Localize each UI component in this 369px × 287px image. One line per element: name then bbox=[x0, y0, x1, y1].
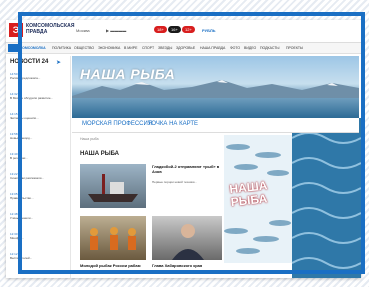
logo-text[interactable]: КОМСОМОЛЬСКАЯ ПРАВДА bbox=[26, 23, 75, 35]
ship-icon bbox=[88, 174, 138, 202]
sea-background bbox=[292, 118, 361, 278]
top-bar: Э КОМСОМОЛЬСКАЯ ПРАВДА Москва ▶ ▬▬▬▬ 18+… bbox=[6, 20, 361, 43]
news-item[interactable]: 13:05 Правительство... bbox=[10, 192, 66, 200]
nav-item-1[interactable]: ПОЛИТИКА bbox=[52, 46, 71, 50]
news-text: В регионах... bbox=[10, 156, 28, 160]
news-text: Вести с полей... bbox=[10, 256, 33, 260]
ad-banner[interactable]: НАША РЫБА bbox=[224, 135, 292, 263]
subnav-morskaya-professiya[interactable]: МОРСКАЯ ПРОФЕССИЯ bbox=[82, 121, 152, 127]
tv-link[interactable]: ▶ ▬▬▬▬ bbox=[106, 28, 126, 33]
news-heading: НОВОСТИ 24 bbox=[10, 59, 49, 65]
nav-item-10[interactable]: ВИДЕО bbox=[244, 46, 256, 50]
main-nav: КОМСОМОЛКА ПОЛИТИКА ОБЩЕСТВО ЭКОНОМИКА В… bbox=[6, 43, 361, 54]
news-item[interactable]: 13:58 Новый рекорд... bbox=[10, 132, 66, 140]
article-text: Региональные власти... bbox=[152, 269, 185, 273]
article-title[interactable]: Глава Хабаровского края bbox=[152, 263, 222, 268]
news-text: Синоптики рассказали... bbox=[10, 176, 44, 180]
region-selector[interactable]: Москва bbox=[76, 28, 90, 33]
subnav-tochka-na-karte[interactable]: ТОЧКА НА КАРТЕ bbox=[148, 121, 198, 127]
logo-mark[interactable]: Э bbox=[9, 23, 23, 37]
article-title[interactable]: Гладкобой-2 отправляют «рыб» в Азов bbox=[152, 164, 222, 174]
news-text: Правительство... bbox=[10, 196, 34, 200]
news-feed: НОВОСТИ 24 ➤ 14:50 Россия предложила... … bbox=[6, 56, 71, 278]
breadcrumb[interactable]: Наша рыба bbox=[80, 137, 99, 141]
person-icon bbox=[172, 224, 204, 260]
nav-item-2[interactable]: ОБЩЕСТВО bbox=[74, 46, 94, 50]
telegram-icon[interactable]: ➤ bbox=[56, 59, 63, 66]
news-text: Новый рекорд... bbox=[10, 136, 33, 140]
age-badge-3: 12+ bbox=[182, 26, 195, 33]
nav-item-12[interactable]: ПРОЕКТЫ bbox=[286, 46, 303, 50]
nav-item-8[interactable]: НАША ПРАВДА bbox=[200, 46, 225, 50]
news-item[interactable]: 12:30 Минфин... bbox=[10, 232, 66, 240]
waves-graphic bbox=[292, 132, 361, 269]
article-image-ship[interactable] bbox=[80, 164, 146, 208]
nav-item-4[interactable]: В МИРЕ bbox=[124, 46, 137, 50]
age-badge-1: 18+ bbox=[154, 26, 167, 33]
news-text: Эксперты оценили... bbox=[10, 116, 39, 120]
article-text: Первые порции новой техники... bbox=[152, 180, 197, 184]
hero-banner: НАША РЫБА bbox=[72, 56, 359, 118]
nav-item-11[interactable]: ПОДКАСТЫ bbox=[260, 46, 279, 50]
news-item[interactable]: 14:50 Россия предложила... bbox=[10, 72, 66, 80]
news-item[interactable]: 12:48 Учёные нашли... bbox=[10, 212, 66, 220]
section-heading: НАША РЫБА bbox=[80, 151, 119, 157]
nav-item-9[interactable]: ФОТО bbox=[230, 46, 240, 50]
news-text: В Москве обсудили развитие... bbox=[10, 96, 54, 100]
news-item[interactable]: 14:32 В Москве обсудили развитие... bbox=[10, 92, 66, 100]
nav-item-6[interactable]: ЗВЕЗДЫ bbox=[158, 46, 172, 50]
news-text: Россия предложила... bbox=[10, 76, 41, 80]
currency-widget[interactable]: РУБЛЬ bbox=[202, 28, 216, 33]
news-text: Минфин... bbox=[10, 236, 25, 240]
nav-item-5[interactable]: СПОРТ bbox=[142, 46, 154, 50]
logo-line-2: ПРАВДА bbox=[26, 29, 48, 35]
article-title[interactable]: Молодой рыбак России рабам bbox=[80, 263, 150, 268]
article-text: В регионе обсуждают... bbox=[80, 269, 113, 273]
news-item[interactable]: 14:15 Эксперты оценили... bbox=[10, 112, 66, 120]
nav-item-3[interactable]: ЭКОНОМИКА bbox=[98, 46, 120, 50]
nav-item-0[interactable]: КОМСОМОЛКА bbox=[20, 46, 46, 50]
sub-nav: МОРСКАЯ ПРОФЕССИЯ ТОЧКА НА КАРТЕ bbox=[72, 118, 359, 133]
browser-page: Э КОМСОМОЛЬСКАЯ ПРАВДА Москва ▶ ▬▬▬▬ 18+… bbox=[6, 20, 361, 278]
nav-item-7[interactable]: ЗДОРОВЬЕ bbox=[176, 46, 195, 50]
article-image-workers[interactable] bbox=[80, 216, 146, 260]
menu-icon[interactable] bbox=[8, 44, 18, 52]
banner-title: НАША РЫБА bbox=[80, 66, 176, 82]
article-image-official[interactable] bbox=[152, 216, 222, 260]
news-text: Учёные нашли... bbox=[10, 216, 34, 220]
age-badge-2: 16+ bbox=[168, 26, 181, 33]
news-item[interactable]: 13:40 В регионах... bbox=[10, 152, 66, 160]
workers-icon bbox=[90, 227, 136, 250]
news-item[interactable]: 13:22 Синоптики рассказали... bbox=[10, 172, 66, 180]
news-item[interactable]: 12:12 Вести с полей... bbox=[10, 252, 66, 260]
